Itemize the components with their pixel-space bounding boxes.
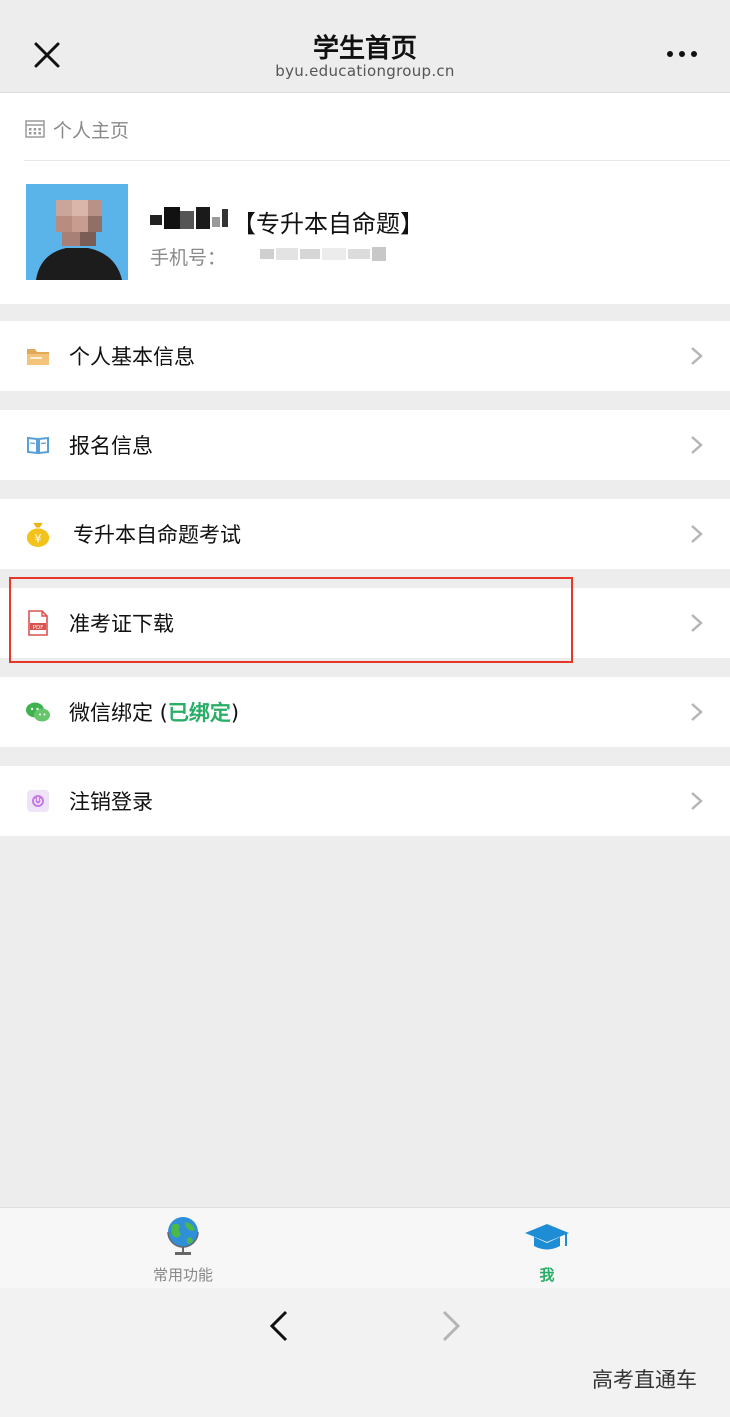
calendar-icon bbox=[25, 120, 45, 138]
menu-label: 准考证下载 bbox=[69, 612, 174, 636]
forward-button[interactable] bbox=[430, 1304, 470, 1348]
book-icon bbox=[25, 432, 51, 458]
menu-item-self-exam[interactable]: ¥ 专升本自命题考试 bbox=[0, 499, 730, 569]
pixelated-photo bbox=[26, 184, 128, 280]
tab-label: 我 bbox=[539, 1266, 555, 1284]
chevron-right-icon bbox=[691, 614, 703, 632]
redaction-mask bbox=[260, 247, 386, 261]
more-button[interactable] bbox=[662, 44, 702, 64]
graduation-cap-icon bbox=[525, 1224, 569, 1250]
tab-me[interactable]: 我 bbox=[477, 1214, 617, 1284]
redaction-mask bbox=[150, 207, 228, 229]
wechat-icon bbox=[25, 699, 51, 725]
page-title: 学生首页 bbox=[312, 34, 417, 64]
chevron-left-icon bbox=[269, 1310, 288, 1342]
power-icon bbox=[25, 788, 51, 814]
globe-icon bbox=[167, 1217, 199, 1255]
menu-item-registration-info[interactable]: 报名信息 bbox=[0, 410, 730, 480]
menu-item-basic-info[interactable]: 个人基本信息 bbox=[0, 321, 730, 391]
profile-section-title: 个人主页 bbox=[53, 119, 130, 142]
more-dot-icon bbox=[679, 51, 685, 57]
folder-icon bbox=[25, 343, 51, 369]
student-program: 【专升本自命题】 bbox=[232, 210, 424, 238]
menu-label: 报名信息 bbox=[69, 434, 153, 458]
money-bag-icon: ¥ bbox=[25, 521, 51, 547]
menu-label: 个人基本信息 bbox=[69, 345, 195, 369]
more-dot-icon bbox=[691, 51, 697, 57]
svg-text:¥: ¥ bbox=[34, 532, 41, 545]
menu-label: 微信绑定 (已绑定) bbox=[69, 697, 239, 727]
back-button[interactable] bbox=[260, 1304, 300, 1348]
chevron-right-icon bbox=[442, 1310, 461, 1342]
menu-item-admission-ticket[interactable]: PDF 准考证下载 bbox=[0, 588, 730, 658]
watermark: 高考直通车 bbox=[592, 1368, 697, 1392]
menu-label: 注销登录 bbox=[69, 790, 153, 814]
wechat-binding-suffix: ) bbox=[230, 701, 240, 725]
browser-nav-bar bbox=[0, 1288, 730, 1417]
menu-label: 专升本自命题考试 bbox=[73, 523, 241, 547]
chevron-right-icon bbox=[691, 792, 703, 810]
wechat-binding-label: 微信绑定 ( bbox=[69, 701, 168, 725]
tab-label: 常用功能 bbox=[152, 1266, 213, 1284]
page-url: byu.educationgroup.cn bbox=[275, 62, 455, 80]
redacted-phone bbox=[260, 246, 390, 262]
profile-section-header: 个人主页 bbox=[24, 116, 129, 142]
chevron-right-icon bbox=[691, 525, 703, 543]
menu-item-wechat-binding[interactable]: 微信绑定 (已绑定) bbox=[0, 677, 730, 747]
binding-status: 已绑定 bbox=[167, 701, 231, 725]
chevron-right-icon bbox=[691, 436, 703, 454]
tab-bar bbox=[0, 1207, 730, 1288]
divider bbox=[24, 160, 730, 161]
redacted-name bbox=[150, 205, 232, 231]
tab-common-functions[interactable]: 常用功能 bbox=[113, 1214, 253, 1284]
avatar bbox=[26, 184, 128, 280]
more-dot-icon bbox=[667, 51, 673, 57]
pdf-icon: PDF bbox=[25, 610, 51, 636]
menu-item-logout[interactable]: 注销登录 bbox=[0, 766, 730, 836]
chevron-right-icon bbox=[691, 347, 703, 365]
chevron-right-icon bbox=[691, 703, 703, 721]
svg-text:PDF: PDF bbox=[33, 625, 44, 631]
phone-label: 手机号： bbox=[150, 247, 227, 269]
